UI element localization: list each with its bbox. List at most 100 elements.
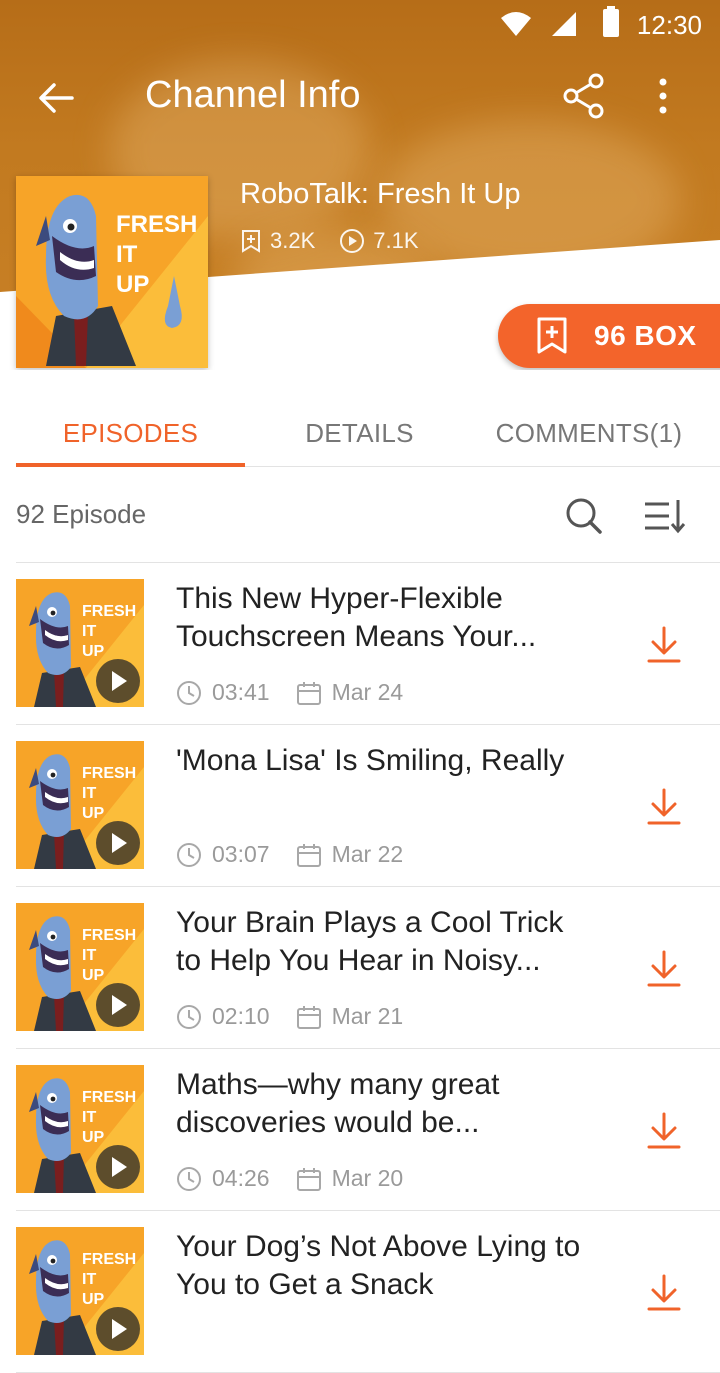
episode-row[interactable]: FRESH IT UP Your Brain Plays a Cool Tric…: [16, 887, 720, 1049]
thumb-text-2: IT: [82, 1109, 96, 1126]
download-icon: [647, 1274, 681, 1311]
download-button[interactable]: [644, 1111, 684, 1151]
more-options-button[interactable]: [645, 72, 681, 120]
bookmark-add-icon: [537, 317, 567, 354]
box-button-label: 96 BOX: [594, 320, 697, 351]
tab-comments[interactable]: COMMENTS(1): [474, 400, 704, 466]
sort-button[interactable]: [642, 496, 686, 536]
calendar-icon: [296, 681, 321, 705]
share-button[interactable]: [560, 72, 608, 120]
thumb-text-2: IT: [82, 947, 96, 964]
download-button[interactable]: [644, 787, 684, 827]
episode-meta: 04:26 Mar 20: [176, 1165, 429, 1192]
signal-icon: [552, 12, 576, 36]
episode-row[interactable]: FRESH IT UP Maths—why many great discove…: [16, 1049, 720, 1211]
episode-title: Your Brain Plays a Cool Trick to Help Yo…: [176, 906, 564, 977]
thumb-text-3: UP: [82, 1291, 105, 1308]
episode-meta: 02:10 Mar 21: [176, 1003, 429, 1030]
bookmark-plus-icon: [242, 230, 260, 253]
calendar-icon: [296, 843, 321, 867]
calendar-icon: [296, 1167, 321, 1191]
plays-stat: 7.1K: [339, 228, 419, 254]
thumb-text-3: UP: [82, 643, 105, 660]
episode-thumbnail[interactable]: FRESH IT UP: [16, 1065, 144, 1193]
download-button[interactable]: [644, 949, 684, 989]
episode-meta: 03:41 Mar 24: [176, 679, 429, 706]
search-episodes-button[interactable]: [564, 496, 604, 536]
episode-row[interactable]: FRESH IT UP This New Hyper-Flexible Touc…: [16, 563, 720, 725]
download-icon: [647, 950, 681, 987]
back-arrow-icon: [39, 83, 74, 113]
thumb-text-2: IT: [82, 785, 96, 802]
episode-thumbnail[interactable]: FRESH IT UP: [16, 903, 144, 1031]
search-icon: [566, 498, 602, 534]
channel-stats: 3.2K 7.1K: [240, 228, 443, 254]
episode-duration: 04:26: [212, 1165, 270, 1191]
episode-thumbnail[interactable]: FRESH IT UP: [16, 579, 144, 707]
play-icon[interactable]: [96, 1145, 140, 1189]
tab-bar: EPISODES DETAILS COMMENTS(1): [16, 400, 720, 467]
thumb-text-1: FRESH: [82, 1251, 136, 1268]
episode-meta: 03:07 Mar 22: [176, 841, 429, 868]
play-icon[interactable]: [96, 821, 140, 865]
episode-date-group: Mar 24: [296, 679, 404, 706]
episode-date-group: Mar 20: [296, 1165, 404, 1192]
share-icon: [563, 73, 604, 119]
episode-duration: 02:10: [212, 1003, 270, 1029]
download-icon: [647, 626, 681, 663]
episode-row[interactable]: FRESH IT UP Your Dog’s Not Above Lying t…: [16, 1211, 720, 1373]
episode-date: Mar 24: [331, 679, 404, 705]
episode-title: Your Dog’s Not Above Lying to You to Get…: [176, 1230, 581, 1301]
episode-title: This New Hyper-Flexible Touchscreen Mean…: [176, 582, 537, 653]
thumb-text-3: UP: [82, 805, 105, 822]
episode-thumbnail[interactable]: FRESH IT UP: [16, 741, 144, 869]
thumb-text-1: FRESH: [82, 1089, 136, 1106]
box-subscribe-button[interactable]: 96 BOX: [498, 304, 720, 368]
episode-count: 92 Episode: [16, 499, 147, 529]
thumb-text-3: UP: [82, 967, 105, 984]
cover-text-1: FRESH: [116, 211, 197, 238]
episode-duration: 03:07: [212, 841, 270, 867]
episode-duration-group: 02:10: [176, 1003, 270, 1030]
episode-list: FRESH IT UP This New Hyper-Flexible Touc…: [16, 563, 720, 1373]
subscriber-count: 3.2K: [270, 228, 316, 253]
play-icon[interactable]: [96, 983, 140, 1027]
play-icon[interactable]: [96, 1307, 140, 1351]
back-button[interactable]: [30, 72, 82, 124]
thumb-text-1: FRESH: [82, 927, 136, 944]
episode-thumbnail[interactable]: FRESH IT UP: [16, 1227, 144, 1355]
play-circle-icon: [340, 229, 365, 253]
cover-text-3: UP: [116, 271, 149, 298]
play-icon[interactable]: [96, 659, 140, 703]
episode-row[interactable]: FRESH IT UP 'Mona Lisa' Is Smiling, Real…: [16, 725, 720, 887]
page-title: Channel Info: [145, 74, 361, 116]
status-time: 12:30: [636, 10, 702, 40]
calendar-icon: [296, 1005, 321, 1029]
clock-icon: [177, 842, 201, 867]
episode-date-group: Mar 21: [296, 1003, 403, 1030]
subscriber-stat: 3.2K: [240, 228, 315, 254]
clock-icon: [177, 680, 201, 705]
channel-header: 12:30 Channel Info FRESH IT UP RoboTalk:…: [0, 0, 720, 370]
status-bar: 12:30: [0, 0, 720, 50]
channel-cover-art[interactable]: FRESH IT UP: [16, 176, 208, 368]
tab-details[interactable]: DETAILS: [245, 400, 474, 466]
thumb-text-1: FRESH: [82, 765, 136, 782]
download-button[interactable]: [644, 1273, 684, 1313]
thumb-text-2: IT: [82, 623, 96, 640]
clock-icon: [177, 1004, 201, 1029]
tab-episodes[interactable]: EPISODES: [16, 400, 245, 466]
wifi-icon: [501, 12, 531, 36]
episode-title: Maths—why many great discoveries would b…: [176, 1068, 500, 1139]
episode-date: Mar 20: [331, 1165, 404, 1191]
sort-icon: [645, 500, 686, 534]
episode-duration: 03:41: [212, 679, 270, 705]
episode-duration-group: 03:07: [176, 841, 270, 868]
download-button[interactable]: [644, 625, 684, 665]
episode-list-header: 92 Episode: [16, 466, 720, 563]
episode-date: Mar 22: [331, 841, 404, 867]
download-icon: [647, 788, 681, 825]
toolbar: Channel Info: [0, 50, 720, 144]
thumb-text-1: FRESH: [82, 603, 136, 620]
thumb-text-3: UP: [82, 1129, 105, 1146]
